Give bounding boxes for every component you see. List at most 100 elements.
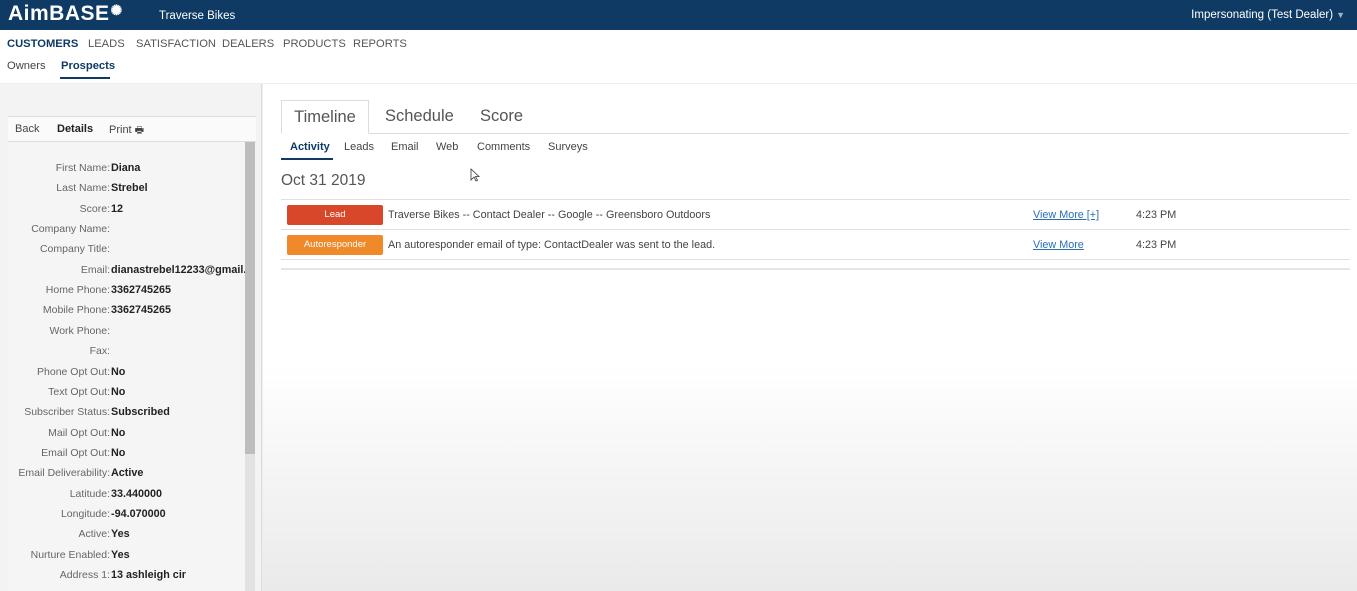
field-label: Phone Opt Out:	[37, 365, 110, 378]
detail-tabs: Back Details Print 🖶	[8, 116, 256, 142]
activity-time: 4:23 PM	[1136, 209, 1177, 221]
activity-time: 4:23 PM	[1136, 239, 1177, 251]
print-label: Print	[109, 124, 132, 136]
field-row: Last Name: Strebel	[8, 182, 245, 200]
field-value: 3362745265	[111, 304, 172, 317]
field-label: Home Phone:	[45, 284, 110, 297]
field-value: Diana	[111, 162, 141, 174]
logo-gear-icon: ✺	[110, 2, 123, 18]
activity-badge-autoresponder: Autoresponder	[287, 235, 383, 255]
field-label: Fax:	[89, 345, 110, 358]
field-value: 33.440000	[111, 487, 163, 500]
impersonating-menu[interactable]: Impersonating (Test Dealer) ▼	[1191, 9, 1345, 21]
field-value: Strebel	[111, 182, 148, 195]
chevron-down-icon: ▼	[1336, 10, 1345, 20]
aimbase-logo[interactable]: AimBASE✺	[8, 2, 123, 26]
active-subtab-indicator	[281, 158, 333, 160]
field-label: Longitude:	[60, 507, 110, 520]
field-label: Email Deliverability:	[18, 467, 110, 480]
field-label: Latitude:	[69, 487, 110, 500]
field-value: No	[111, 385, 126, 398]
timeline-panel: Timeline Schedule Score Activity Leads E…	[263, 84, 1357, 591]
field-row: Score: 12	[8, 203, 245, 221]
timeline-date: Oct 31 2019	[281, 172, 366, 189]
field-row: Email Deliverability: Active	[8, 467, 245, 485]
printer-icon: 🖶	[134, 125, 145, 136]
field-list[interactable]: First Name: Diana Last Name: Strebel Score: 1…	[8, 142, 245, 591]
field-value: Active	[111, 467, 144, 480]
mouse-cursor-icon	[470, 168, 480, 182]
tab-score[interactable]: Score	[480, 100, 523, 134]
field-label: Score:	[79, 202, 110, 215]
field-label: Active:	[78, 528, 110, 541]
field-row: Subscriber Status: Subscribed	[8, 406, 245, 424]
field-value: dianastrebel12233@gmail.	[111, 263, 245, 276]
main-nav: CUSTOMERS LEADS SATISFACTION DEALERS PRO…	[0, 30, 1357, 83]
activity-description: Traverse Bikes -- Contact Dealer -- Goog…	[388, 209, 711, 221]
subtab-email[interactable]: Email	[391, 141, 419, 153]
field-label: Mobile Phone:	[42, 304, 110, 317]
field-row: Nurture Enabled: Yes	[8, 549, 245, 567]
nav-tab-leads[interactable]: LEADS	[88, 38, 125, 50]
field-label: Text Opt Out:	[48, 385, 110, 398]
field-value: No	[111, 365, 126, 378]
field-value: 12	[111, 202, 124, 215]
field-value: 3362745265	[111, 284, 172, 297]
subtab-activity[interactable]: Activity	[290, 141, 330, 153]
field-value: No	[111, 426, 126, 439]
scrollbar-thumb[interactable]	[245, 142, 255, 454]
nav-tab-dealers[interactable]: DEALERS	[222, 38, 274, 50]
field-row: First Name: Diana	[8, 162, 245, 180]
tab-schedule[interactable]: Schedule	[385, 100, 454, 134]
nav-tab-customers[interactable]: CUSTOMERS	[7, 38, 78, 50]
active-subnav-indicator	[60, 77, 110, 79]
details-tab[interactable]: Details	[57, 123, 93, 135]
subtab-leads[interactable]: Leads	[344, 141, 374, 153]
field-value: No	[111, 446, 126, 459]
nav-tab-satisfaction[interactable]: SATISFACTION	[136, 38, 216, 50]
field-value: Yes	[111, 548, 130, 561]
field-label: Mail Opt Out:	[48, 426, 110, 439]
field-value: Yes	[111, 528, 130, 541]
field-label: Subscriber Status:	[24, 406, 110, 419]
field-row: Mail Opt Out: No	[8, 427, 245, 445]
activity-row: Lead Traverse Bikes -- Contact Dealer --…	[281, 199, 1350, 230]
field-row: Fax:	[8, 345, 245, 363]
activity-badge-lead: Lead	[287, 205, 383, 225]
activity-row: Autoresponder An autoresponder email of …	[281, 229, 1350, 260]
field-row: Longitude: -94.070000	[8, 508, 245, 526]
subtab-surveys[interactable]: Surveys	[548, 141, 588, 153]
nav-tab-reports[interactable]: REPORTS	[353, 38, 407, 50]
subtab-comments[interactable]: Comments	[477, 141, 530, 153]
dealer-name: Traverse Bikes	[159, 10, 236, 22]
view-more-link[interactable]: View More [+]	[1033, 209, 1099, 221]
field-value: 13 ashleigh cir	[111, 569, 187, 581]
back-button[interactable]: Back	[15, 123, 39, 135]
field-list-scrollbar[interactable]	[245, 142, 255, 591]
table-divider	[281, 268, 1350, 270]
field-row: Active: Yes	[8, 528, 245, 546]
field-label: Work Phone:	[49, 324, 110, 337]
field-row: Email: dianastrebel12233@gmail.	[8, 264, 245, 282]
field-label: Company Title:	[39, 243, 110, 256]
field-label: Nurture Enabled:	[30, 548, 110, 561]
nav-tab-products[interactable]: PRODUCTS	[283, 38, 346, 50]
field-row: Company Name:	[8, 223, 245, 241]
view-more-link[interactable]: View More	[1033, 239, 1084, 251]
field-row: Email Opt Out: No	[8, 447, 245, 465]
field-label: First Name:	[55, 162, 110, 174]
print-button[interactable]: Print 🖶	[109, 123, 144, 140]
subtab-web[interactable]: Web	[436, 141, 458, 153]
field-row: Mobile Phone: 3362745265	[8, 304, 245, 322]
subnav-prospects[interactable]: Prospects	[61, 60, 115, 72]
field-label: Company Name:	[31, 223, 110, 236]
top-bar: AimBASE✺ Traverse Bikes Impersonating (T…	[0, 0, 1357, 30]
field-row: Home Phone: 3362745265	[8, 284, 245, 302]
subnav-owners[interactable]: Owners	[7, 60, 46, 72]
field-value: -94.070000	[111, 507, 166, 520]
field-label: Last Name:	[56, 182, 110, 195]
field-label: Email Opt Out:	[41, 446, 110, 459]
field-row: Phone Opt Out: No	[8, 366, 245, 384]
impersonating-label: Impersonating (Test Dealer)	[1191, 9, 1334, 21]
tab-timeline[interactable]: Timeline	[281, 100, 369, 134]
